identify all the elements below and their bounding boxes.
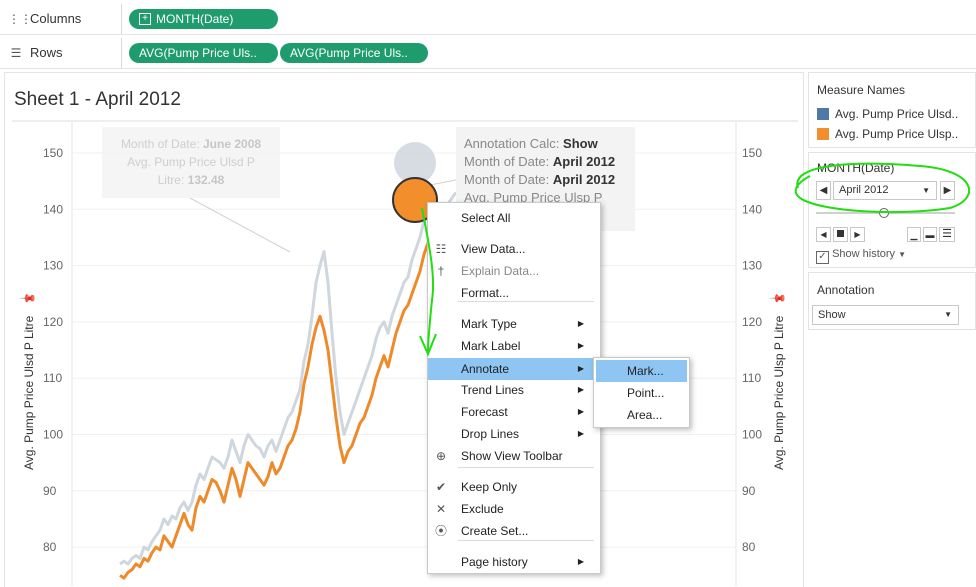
menu-item-select-all[interactable]: Select All [428,207,600,229]
speed-medium-button[interactable]: ▬ [923,227,937,242]
menu-item-create-set[interactable]: Create Set... ⦿ [428,520,600,542]
y-tick-label: 90 [742,484,756,498]
series-line-ulsp [119,214,458,580]
y-tick-label: 120 [43,315,63,329]
color-legend-card: Measure Names Avg. Pump Price Ulsd.. Avg… [808,72,976,148]
submenu-arrow-icon: ▶ [577,364,584,373]
chevron-down-icon[interactable]: ▼ [898,250,906,259]
menu-item-label: Create Set... [461,524,529,538]
legend-item-ulsp[interactable]: Avg. Pump Price Ulsp.. [817,127,958,141]
y-tick-label: 80 [742,540,756,554]
menu-item-exclude[interactable]: Exclude ✕ [428,498,600,520]
annotation-filter-title: Annotation [817,283,875,297]
submenu-arrow-icon: ▶ [577,341,584,350]
menu-item-drop-lines[interactable]: Drop Lines ▶ [428,423,600,445]
menu-item-label: Drop Lines [461,427,520,441]
page-next-button[interactable]: ▶ [940,181,955,200]
legend-swatch-ulsd [817,108,829,120]
annotate-submenu: Mark... Point... Area... [593,357,690,428]
annotation-filter-select[interactable]: Show ▼ [812,305,959,325]
show-history-checkbox[interactable]: ✓ [816,251,829,264]
menu-item-label: Keep Only [461,480,518,494]
page-select[interactable]: April 2012 ▼ [833,181,937,200]
speed-fast-button[interactable]: ☰ [939,227,955,242]
menu-item-label: Trend Lines [461,383,524,397]
menu-item-label: View Data... [461,242,526,256]
lightbulb-icon: † [437,264,445,278]
y-tick-label: 140 [43,202,63,216]
submenu-arrow-icon: ▶ [577,407,584,416]
pages-card-title: MONTH(Date) [817,161,895,175]
y-tick-label: 140 [742,202,762,216]
annotation-tooltip-june-2008: Month of Date: June 2008 Avg. Pump Price… [102,127,280,198]
chevron-down-icon: ▼ [922,186,930,195]
submenu-item-area[interactable]: Area... [596,404,687,426]
menu-item-label: Mark Label [461,339,521,353]
menu-item-label: Show View Toolbar [461,449,563,463]
y-tick-label: 100 [742,428,762,442]
legend-title: Measure Names [817,83,906,97]
y-tick-label: 110 [742,371,761,385]
menu-item-label: Annotate [461,362,510,376]
context-menu: Select All View Data... ☷ Explain Data... † F… [427,202,601,574]
menu-item-mark-type[interactable]: Mark Type ▶ [428,313,600,335]
y-tick-label: 130 [43,259,63,273]
tooltip-leader-line [429,179,457,186]
legend-swatch-ulsp [817,128,829,140]
menu-item-label: Exclude [461,502,504,516]
show-history-toggle[interactable]: ✓ Show history ▼ [816,248,906,264]
submenu-arrow-icon: ▶ [577,557,584,566]
right-axis-title: Avg. Pump Price Ulsp P Litre [772,315,786,470]
submenu-arrow-icon: ▶ [577,319,584,328]
y-tick-label: 100 [43,428,63,442]
page-slider-thumb[interactable] [878,208,889,218]
submenu-arrow-icon: ▶ [577,429,584,438]
menu-item-mark-label[interactable]: Mark Label ▶ [428,335,600,357]
submenu-arrow-icon: ▶ [577,385,584,394]
menu-separator [458,301,594,302]
menu-item-label: Select All [461,211,511,225]
menu-item-label: Page history [461,555,528,569]
annotation-leader-line [189,197,291,253]
menu-separator [458,467,594,468]
menu-item-show-view-toolbar[interactable]: Show View Toolbar ⊕ [428,445,600,467]
y-tick-label: 150 [43,146,63,160]
y-tick-label: 80 [43,540,57,554]
table-icon: ☷ [435,242,447,256]
chevron-down-icon: ▼ [944,310,952,319]
menu-item-page-history[interactable]: Page history ▶ [428,551,600,573]
set-icon: ⦿ [434,524,447,538]
y-tick-label: 130 [742,259,762,273]
menu-item-trend-lines[interactable]: Trend Lines ▶ [428,379,600,401]
menu-item-forecast[interactable]: Forecast ▶ [428,401,600,423]
y-tick-label: 90 [43,484,57,498]
menu-item-label: Explain Data... [461,264,540,278]
left-axis-title: Avg. Pump Price Ulsd P Litre [22,315,36,470]
play-back-button[interactable]: ◀ [816,227,831,242]
check-icon: ✔ [435,480,447,494]
x-icon: ✕ [435,502,447,516]
menu-item-annotate[interactable]: Annotate ▶ [428,358,600,380]
menu-item-keep-only[interactable]: Keep Only ✔ [428,476,600,498]
menu-item-view-data[interactable]: View Data... ☷ [428,238,600,260]
submenu-item-mark[interactable]: Mark... [596,360,687,382]
y-tick-label: 150 [742,146,762,160]
speed-slow-button[interactable]: ▁ [907,227,921,242]
menu-item-explain-data[interactable]: Explain Data... † [428,260,600,282]
y-tick-label: 110 [43,371,62,385]
stop-button[interactable] [833,227,848,242]
submenu-item-point[interactable]: Point... [596,382,687,404]
y-tick-label: 120 [742,315,762,329]
page-prev-button[interactable]: ◀ [816,181,831,200]
menu-item-label: Format... [461,286,510,300]
zoom-icon: ⊕ [435,449,447,463]
menu-item-label: Forecast [461,405,508,419]
play-forward-button[interactable]: ▶ [850,227,865,242]
menu-item-label: Mark Type [461,317,517,331]
legend-item-ulsd[interactable]: Avg. Pump Price Ulsd.. [817,107,958,121]
menu-separator [458,540,594,541]
